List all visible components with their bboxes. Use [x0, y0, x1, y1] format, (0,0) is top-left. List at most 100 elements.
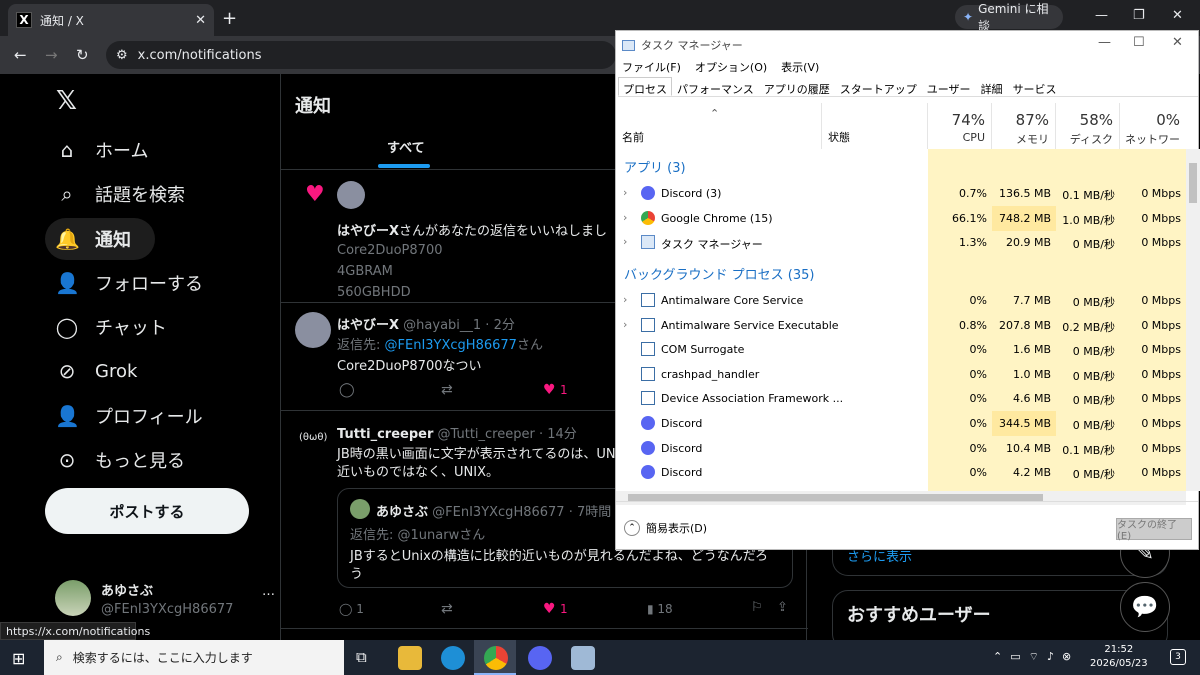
task-view-icon[interactable]: ⧉	[356, 648, 367, 666]
process-row[interactable]: crashpad_handler 0% 1.0 MB 0 MB/秒 0 Mbps	[616, 362, 1186, 387]
menu-options[interactable]: オプション(O)	[695, 59, 767, 75]
avatar	[55, 580, 91, 616]
site-info-icon[interactable]: ⚙	[116, 48, 128, 63]
tab-startup[interactable]: スタートアップ	[835, 77, 922, 96]
fewer-details-button[interactable]: ⌃ 簡易表示(D)	[624, 520, 707, 536]
tm-minimize-icon[interactable]: —	[1098, 35, 1111, 50]
menu-view[interactable]: 表示(V)	[781, 59, 819, 75]
taskbar-search-input[interactable]: ⌕ 検索するには、ここに入力します	[44, 640, 344, 675]
nav-item-home[interactable]: ⌂ ホーム	[55, 133, 149, 167]
tm-close-icon[interactable]: ✕	[1172, 35, 1183, 50]
tab-performance[interactable]: パフォーマンス	[672, 77, 759, 96]
process-row[interactable]: Device Association Framework ... 0% 4.6 MB…	[616, 386, 1186, 411]
expand-chevron-icon[interactable]: ›	[623, 318, 627, 331]
tray-icons[interactable]: ⌃▭⌔♪⊗	[993, 650, 1079, 664]
search-icon: ⌕	[56, 650, 63, 664]
menu-file[interactable]: ファイル(F)	[622, 59, 681, 75]
taskmgr-icon[interactable]	[571, 646, 595, 670]
post-button[interactable]: ポストする	[45, 488, 249, 534]
expand-chevron-icon[interactable]: ›	[623, 235, 627, 248]
views-icon[interactable]: ▮ 18	[647, 602, 673, 616]
expand-chevron-icon[interactable]: ›	[623, 293, 627, 306]
process-row[interactable]: › タスク マネージャー 1.3% 20.9 MB 0 MB/秒 0 Mbps	[616, 230, 1186, 255]
notification-center-icon[interactable]: 3	[1170, 649, 1186, 665]
col-network[interactable]: 0%ネットワーク	[1120, 103, 1186, 162]
edge-icon[interactable]	[441, 646, 465, 670]
reload-icon[interactable]: ↻	[76, 46, 89, 64]
close-tab-icon[interactable]: ✕	[195, 13, 206, 28]
like-notification-text[interactable]: はやびーXさんがあなたの返信をいいねしました	[337, 220, 607, 239]
process-row[interactable]: Discord 0% 4.2 MB 0 MB/秒 0 Mbps	[616, 460, 1186, 485]
col-status[interactable]: 状態	[822, 103, 928, 149]
expand-chevron-icon[interactable]: ›	[623, 211, 627, 224]
nav-item-bell[interactable]: 🔔 通知	[55, 222, 131, 256]
forward-icon[interactable]: →	[45, 46, 58, 64]
col-cpu[interactable]: 74% CPU	[928, 103, 992, 149]
reply-icon[interactable]: ◯	[339, 382, 355, 398]
x-logo-icon[interactable]: 𝕏	[56, 86, 77, 116]
minimize-icon[interactable]: —	[1095, 8, 1108, 23]
col-name[interactable]: 名前	[616, 103, 822, 149]
process-name: Discord (3)	[661, 187, 722, 200]
network-cell: 0 Mbps	[1141, 441, 1181, 455]
process-row[interactable]: Discord 0% 344.5 MB 0 MB/秒 0 Mbps	[616, 411, 1186, 436]
tab-app-history[interactable]: アプリの履歴	[759, 77, 835, 96]
chrome-icon[interactable]	[484, 646, 508, 670]
share-icon[interactable]: ⇪	[777, 600, 788, 615]
restore-icon[interactable]: ❐	[1133, 8, 1145, 23]
account-switcher[interactable]: あゆさぶ @FEnI3YXcgH86677 …	[55, 580, 275, 624]
end-task-button[interactable]: タスクの終了(E)	[1116, 518, 1192, 542]
back-icon[interactable]: ←	[14, 46, 27, 64]
discord-icon	[641, 186, 655, 200]
process-row[interactable]: › Discord (3) 0.7% 136.5 MB 0.1 MB/秒 0 Mbps	[616, 181, 1186, 206]
clock[interactable]: 21:52 2026/05/23	[1090, 643, 1148, 671]
group-background[interactable]: バックグラウンド プロセス (35)	[624, 264, 814, 283]
tab-details[interactable]: 詳細	[976, 77, 1008, 96]
tab-services[interactable]: サービス	[1008, 77, 1062, 96]
nav-item-follow[interactable]: 👤 フォローする	[55, 266, 203, 300]
reply-icon[interactable]: ◯ 1	[339, 602, 364, 616]
col-disk[interactable]: 58% ディスク	[1056, 103, 1120, 149]
avatar[interactable]: (θωθ)	[299, 432, 327, 443]
tab-all[interactable]: すべて	[387, 137, 425, 156]
tab-processes[interactable]: プロセス	[618, 77, 672, 96]
vertical-scrollbar[interactable]	[1186, 149, 1200, 491]
col-memory[interactable]: 87% メモリ	[992, 103, 1056, 149]
repost-icon[interactable]: ⇄	[441, 382, 453, 398]
repost-icon[interactable]: ⇄	[441, 601, 453, 617]
gemini-button[interactable]: ✦ Gemini に相談	[955, 2, 1063, 33]
group-apps[interactable]: アプリ (3)	[624, 157, 686, 176]
expand-chevron-icon[interactable]: ›	[623, 186, 627, 199]
process-row[interactable]: › Antimalware Core Service 0% 7.7 MB 0 MB/秒 0…	[616, 288, 1186, 313]
url-input[interactable]: ⚙ x.com/notifications	[106, 41, 616, 69]
show-more-link[interactable]: さらに表示	[847, 550, 912, 565]
post-header: はやびーX @hayabi__1 · 2分	[337, 318, 515, 333]
tab-users[interactable]: ユーザー	[922, 77, 976, 96]
like-icon[interactable]: ♥ 1	[543, 382, 568, 398]
like-icon[interactable]: ♥ 1	[543, 601, 568, 617]
browser-tab[interactable]: X 通知 / X ✕	[8, 4, 214, 36]
service-icon	[641, 391, 655, 406]
close-window-icon[interactable]: ✕	[1172, 8, 1183, 23]
windows-start-icon[interactable]: ⊞	[12, 649, 25, 668]
nav-item-more[interactable]: ⊙ もっと見る	[55, 443, 185, 477]
discord-icon	[641, 416, 655, 430]
discord-icon[interactable]	[528, 646, 552, 670]
new-tab-button[interactable]: +	[222, 8, 237, 29]
avatar[interactable]	[295, 312, 331, 348]
tm-maximize-icon[interactable]: ☐	[1133, 35, 1145, 50]
bookmark-icon[interactable]: ⚐	[751, 600, 763, 615]
more-dots-icon[interactable]: …	[262, 584, 275, 624]
nav-item-profile[interactable]: 👤 プロフィール	[55, 399, 203, 433]
avatar[interactable]	[337, 181, 365, 209]
chat-fab-icon[interactable]: 💬	[1120, 582, 1170, 632]
cpu-cell: 0%	[969, 367, 987, 381]
nav-item-grok[interactable]: ⊘ Grok	[55, 354, 138, 388]
process-row[interactable]: Discord 0% 10.4 MB 0.1 MB/秒 0 Mbps	[616, 436, 1186, 461]
nav-item-search[interactable]: ⌕ 話題を検索	[55, 177, 185, 211]
process-row[interactable]: › Google Chrome (15) 66.1% 748.2 MB 1.0 MB/秒…	[616, 205, 1186, 231]
process-row[interactable]: › Antimalware Service Executable 0.8% 207.8…	[616, 313, 1186, 338]
file-explorer-icon[interactable]	[398, 646, 422, 670]
process-row[interactable]: COM Surrogate 0% 1.6 MB 0 MB/秒 0 Mbps	[616, 337, 1186, 362]
nav-item-chat[interactable]: ◯ チャット	[55, 310, 167, 344]
